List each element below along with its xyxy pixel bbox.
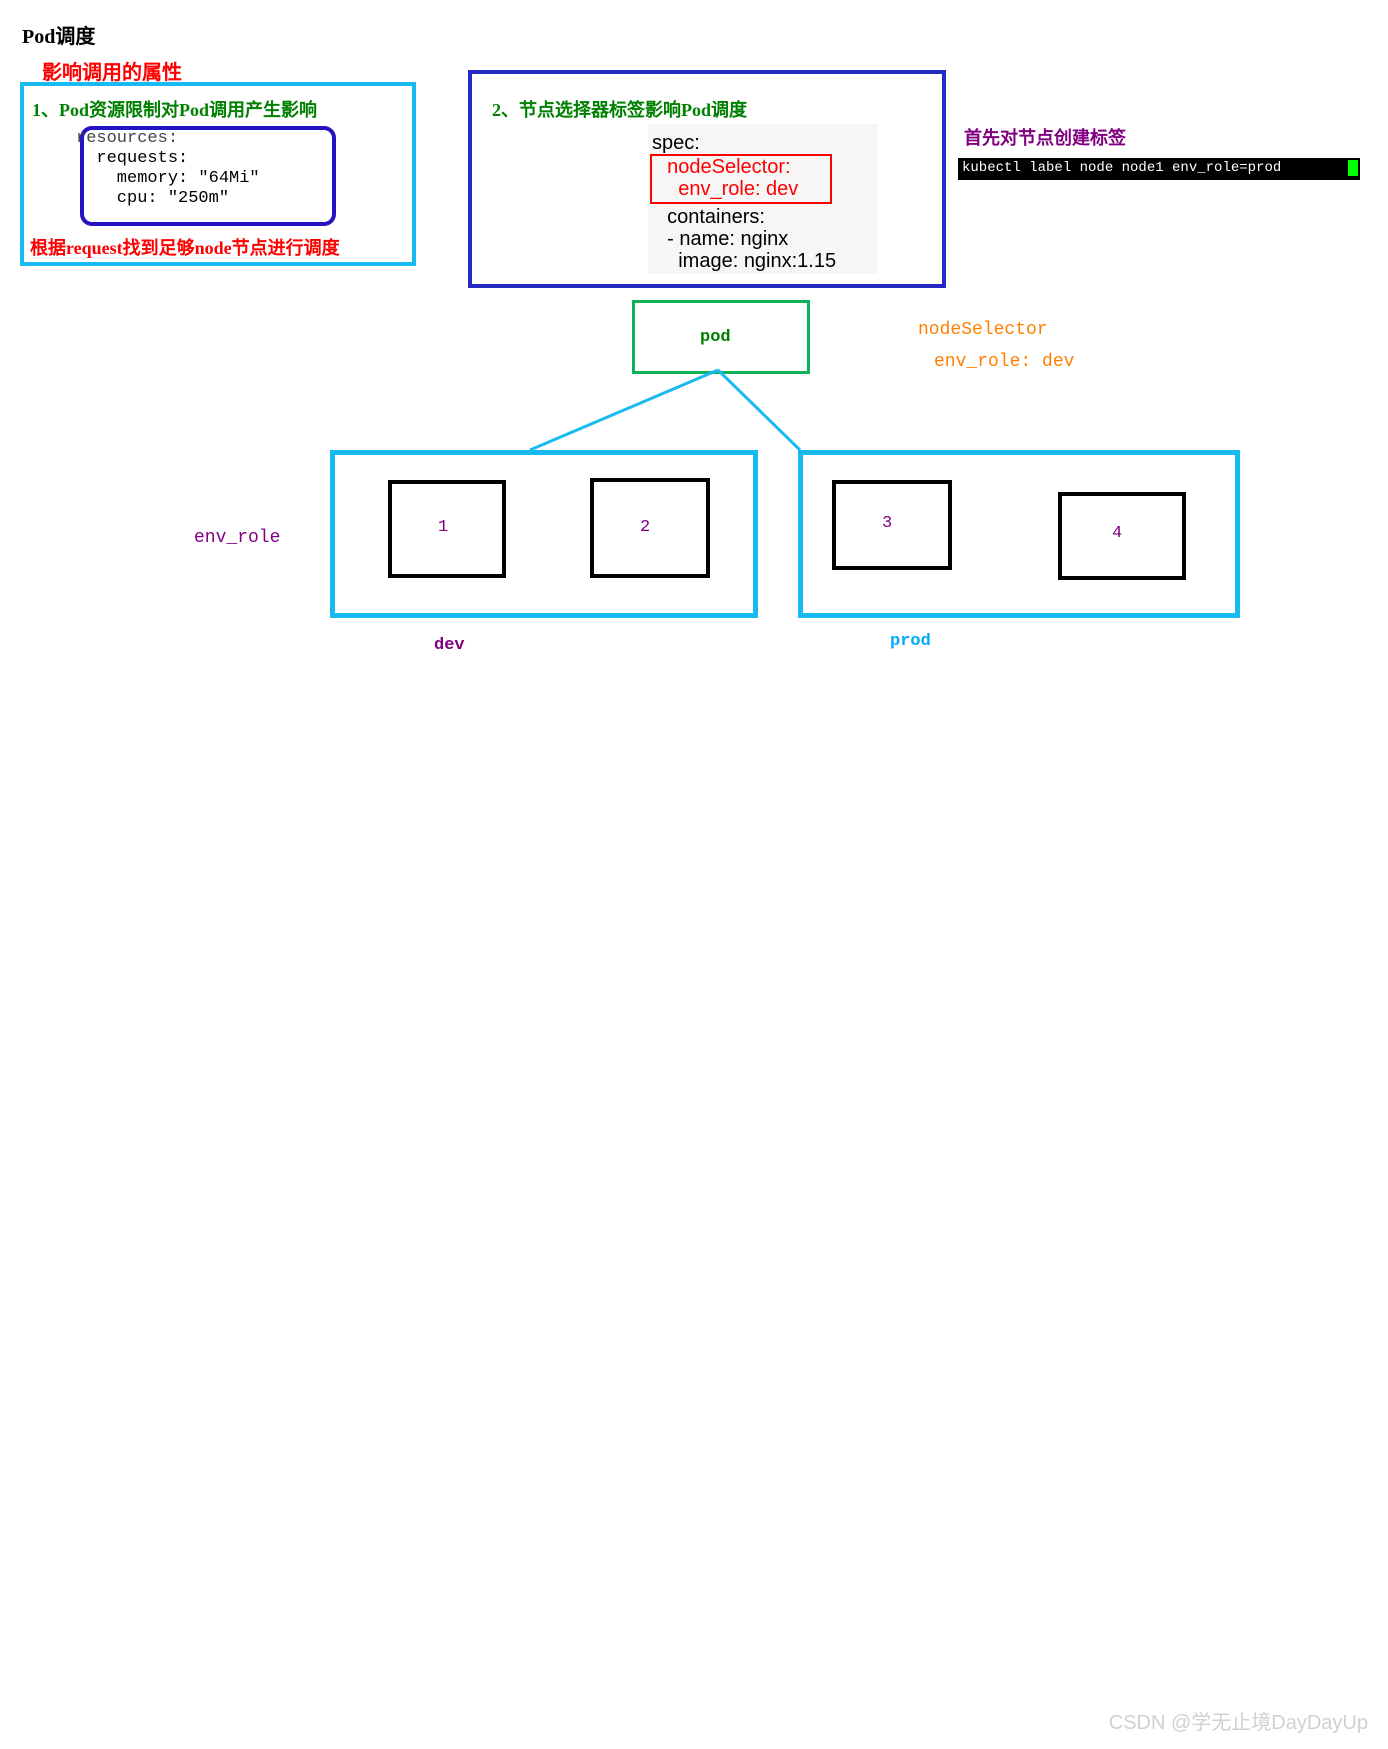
node2-label: 2 xyxy=(640,518,650,537)
watermark: CSDN @学无止境DayDayUp xyxy=(1109,1706,1368,1735)
box1-yaml-l1: resources: xyxy=(76,128,178,150)
box2-ns1: nodeSelector: xyxy=(656,156,791,179)
terminal-cmd: kubectl label node node1 env_role=prod xyxy=(962,160,1281,176)
page-title: Pod调度 xyxy=(22,20,95,49)
node3-label: 3 xyxy=(882,514,892,533)
box2-c1: containers: xyxy=(656,206,765,229)
box2-ns2: env_role: dev xyxy=(656,178,798,201)
box1-yaml-l2: requests: xyxy=(76,148,188,170)
selector-title: nodeSelector xyxy=(918,320,1048,340)
terminal-cursor xyxy=(1348,160,1358,176)
subtitle: 影响调用的属性 xyxy=(42,56,182,85)
box2-spec: spec: xyxy=(652,132,700,155)
node1-label: 1 xyxy=(438,518,448,537)
box2-heading: 2、节点选择器标签影响Pod调度 xyxy=(492,96,747,122)
pod-label: pod xyxy=(700,328,731,347)
box1-note: 根据request找到足够node节点进行调度 xyxy=(30,234,340,260)
box1-yaml-l3: memory: "64Mi" xyxy=(76,168,260,190)
node4-label: 4 xyxy=(1112,524,1122,543)
box1-heading: 1、Pod资源限制对Pod调用产生影响 xyxy=(32,96,317,122)
selector-kv: env_role: dev xyxy=(934,352,1074,372)
prod-label: prod xyxy=(890,632,931,651)
dev-label: dev xyxy=(434,636,465,655)
box2-c3: image: nginx:1.15 xyxy=(656,250,836,273)
env-role-label: env_role xyxy=(194,528,280,548)
box2-c2: - name: nginx xyxy=(656,228,788,251)
right-heading: 首先对节点创建标签 xyxy=(964,124,1126,150)
box1-yaml-l4: cpu: "250m" xyxy=(76,188,229,210)
